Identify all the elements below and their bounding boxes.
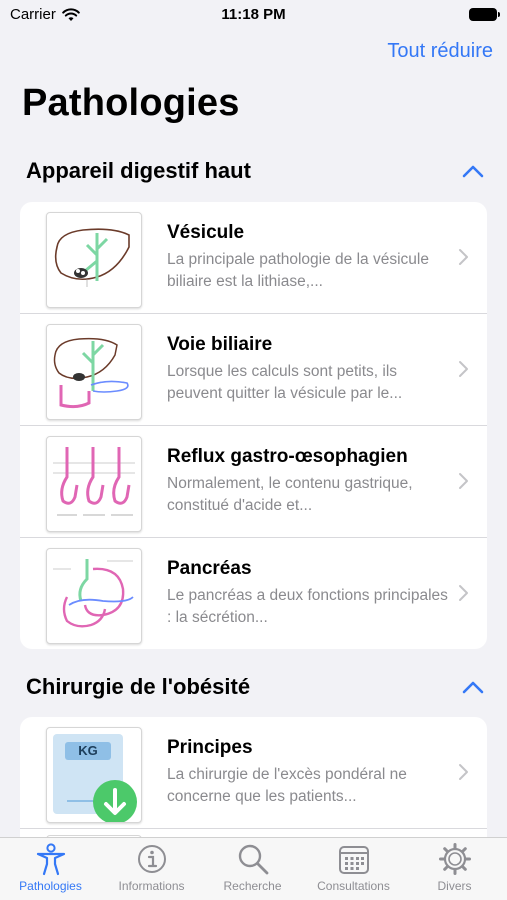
- section-title: Appareil digestif haut: [26, 158, 251, 183]
- list-item-pancreas[interactable]: Pancréas Le pancréas a deux fonctions pr…: [20, 538, 487, 649]
- pancreas-thumbnail: [46, 548, 142, 644]
- search-icon: [238, 844, 268, 875]
- list-item-voie-biliaire[interactable]: Voie biliaire Lorsque les calculs sont p…: [20, 314, 487, 426]
- voie-biliaire-thumbnail: [46, 324, 142, 420]
- list-item-principes[interactable]: KG Principes La chirurgie de l'excès pon…: [20, 717, 487, 829]
- section-card-digestif: Vésicule La principale pathologie de la …: [20, 202, 487, 649]
- tab-recherche[interactable]: Recherche: [202, 842, 303, 893]
- gear-icon: [438, 843, 471, 875]
- clock: 11:18 PM: [221, 6, 286, 23]
- tab-label: Pathologies: [19, 879, 82, 893]
- item-title: Principes: [167, 737, 253, 758]
- item-description: Le pancréas a deux fonctions principales…: [167, 587, 448, 626]
- principes-thumbnail: KG: [46, 727, 142, 823]
- list-item-reflux[interactable]: Reflux gastro-œsophagien Normalement, le…: [20, 426, 487, 538]
- tab-bar: Pathologies Informations Recherche Consu…: [0, 837, 507, 900]
- reflux-thumbnail: [46, 436, 142, 532]
- tab-divers[interactable]: Divers: [404, 842, 505, 893]
- chevron-up-icon[interactable]: [461, 161, 485, 181]
- status-bar: Carrier 11:18 PM: [0, 0, 507, 30]
- tab-label: Divers: [437, 879, 472, 893]
- item-description: La chirurgie de l'excès pondéral ne conc…: [167, 766, 407, 805]
- item-description: La principale pathologie de la vésicule …: [167, 251, 429, 290]
- vesicule-thumbnail: [46, 212, 142, 308]
- chevron-right-icon: [459, 764, 468, 780]
- item-title: Pancréas: [167, 558, 252, 579]
- item-title: Reflux gastro-œsophagien: [167, 446, 408, 467]
- reflux-illustration-icon: [53, 447, 135, 516]
- page-title: Pathologies: [22, 82, 240, 124]
- scale-display: KG: [65, 742, 111, 760]
- tab-label: Informations: [118, 879, 185, 893]
- scale-display-text: KG: [78, 743, 98, 758]
- item-title: Vésicule: [167, 222, 245, 243]
- section-title: Chirurgie de l'obésité: [26, 674, 251, 699]
- calendar-icon: [338, 846, 369, 874]
- section-header-digestif[interactable]: Appareil digestif haut: [26, 156, 485, 186]
- section-card-obesite: KG Principes La chirurgie de l'excès pon…: [20, 717, 487, 857]
- person-icon: [36, 843, 65, 876]
- chevron-right-icon: [459, 473, 468, 489]
- list-item-vesicule[interactable]: Vésicule La principale pathologie de la …: [20, 202, 487, 314]
- chevron-right-icon: [459, 361, 468, 377]
- chevron-right-icon: [459, 249, 468, 265]
- item-description: Normalement, le contenu gastrique, const…: [167, 475, 413, 514]
- info-icon: [137, 845, 166, 873]
- tab-consultations[interactable]: Consultations: [303, 842, 404, 893]
- arrow-down-icon: [93, 780, 137, 822]
- voie-biliaire-illustration-icon: [53, 337, 129, 409]
- chevron-right-icon: [459, 585, 468, 601]
- battery-icon: [469, 8, 500, 21]
- item-title: Voie biliaire: [167, 334, 273, 355]
- tab-pathologies[interactable]: Pathologies: [0, 842, 101, 893]
- chevron-up-icon[interactable]: [461, 677, 485, 697]
- tab-label: Recherche: [223, 879, 282, 893]
- section-header-obesite[interactable]: Chirurgie de l'obésité: [26, 672, 485, 702]
- tab-label: Consultations: [317, 879, 390, 893]
- tab-informations[interactable]: Informations: [101, 842, 202, 893]
- pancreas-illustration-icon: [53, 559, 134, 628]
- collapse-all-button[interactable]: Tout réduire: [387, 40, 493, 63]
- vesicule-illustration-icon: [54, 228, 130, 287]
- item-description: Lorsque les calculs sont petits, ils peu…: [167, 363, 403, 402]
